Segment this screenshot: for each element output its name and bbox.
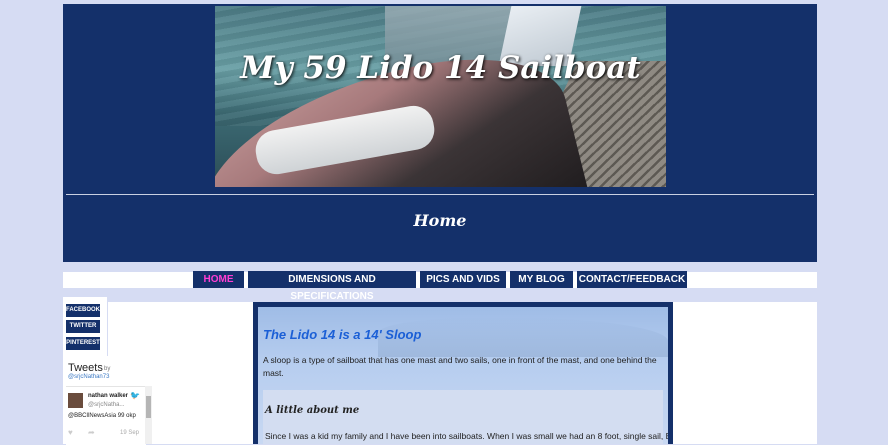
about-section: A little about me Since I was a kid my f… [263,390,668,444]
tweet-date[interactable]: 19 Sep [120,430,139,436]
content-paragraph: A sloop is a type of sailboat that has o… [263,355,657,378]
nav-my-blog[interactable]: MY BLOG [510,271,573,288]
pinterest-button[interactable]: PINTEREST [66,337,100,350]
tweet-author-name[interactable]: nathan walker [88,393,128,399]
tweets-by: by [104,366,111,372]
nav-home[interactable]: HOME [193,271,244,288]
tweets-scrollbar-thumb[interactable] [146,396,151,418]
reply-icon[interactable]: ➦ [88,428,95,437]
tweets-title: Tweets [68,362,103,374]
content-panel: The Lido 14 is a 14' Sloop A sloop is a … [258,307,668,444]
site-header: My 59 Lido 14 Sailboat Home [63,4,817,262]
twitter-button[interactable]: TWITTER [66,320,100,333]
tweets-handle-link[interactable]: @srjcNathan73 [68,374,109,380]
banner-title: My 59 Lido 14 Sailboat [240,50,641,86]
nav-pics-and-vids[interactable]: PICS AND VIDS [420,271,506,288]
page-title: Home [413,211,467,230]
nav-dimensions[interactable]: DIMENSIONS AND SPECIFICATIONS [248,271,416,302]
content-heading: The Lido 14 is a 14' Sloop [263,327,422,342]
tweet-author-handle[interactable]: @srjcNatha... [88,402,124,408]
banner-image: My 59 Lido 14 Sailboat [215,6,666,187]
avatar[interactable] [68,393,83,408]
heart-icon[interactable]: ♥ [68,428,73,437]
tweet-text: @BBCIlNewsAsia 99 okp [68,413,136,419]
nav-contact-feedback[interactable]: CONTACT/FEEDBACK [577,271,687,288]
header-divider [66,194,814,195]
about-text: Since I was a kid my family and I have b… [265,431,668,441]
background-wave [378,317,668,357]
about-heading: A little about me [265,405,360,416]
facebook-button[interactable]: FACEBOOK [66,304,100,317]
twitter-bird-icon: 🐦 [130,391,140,400]
